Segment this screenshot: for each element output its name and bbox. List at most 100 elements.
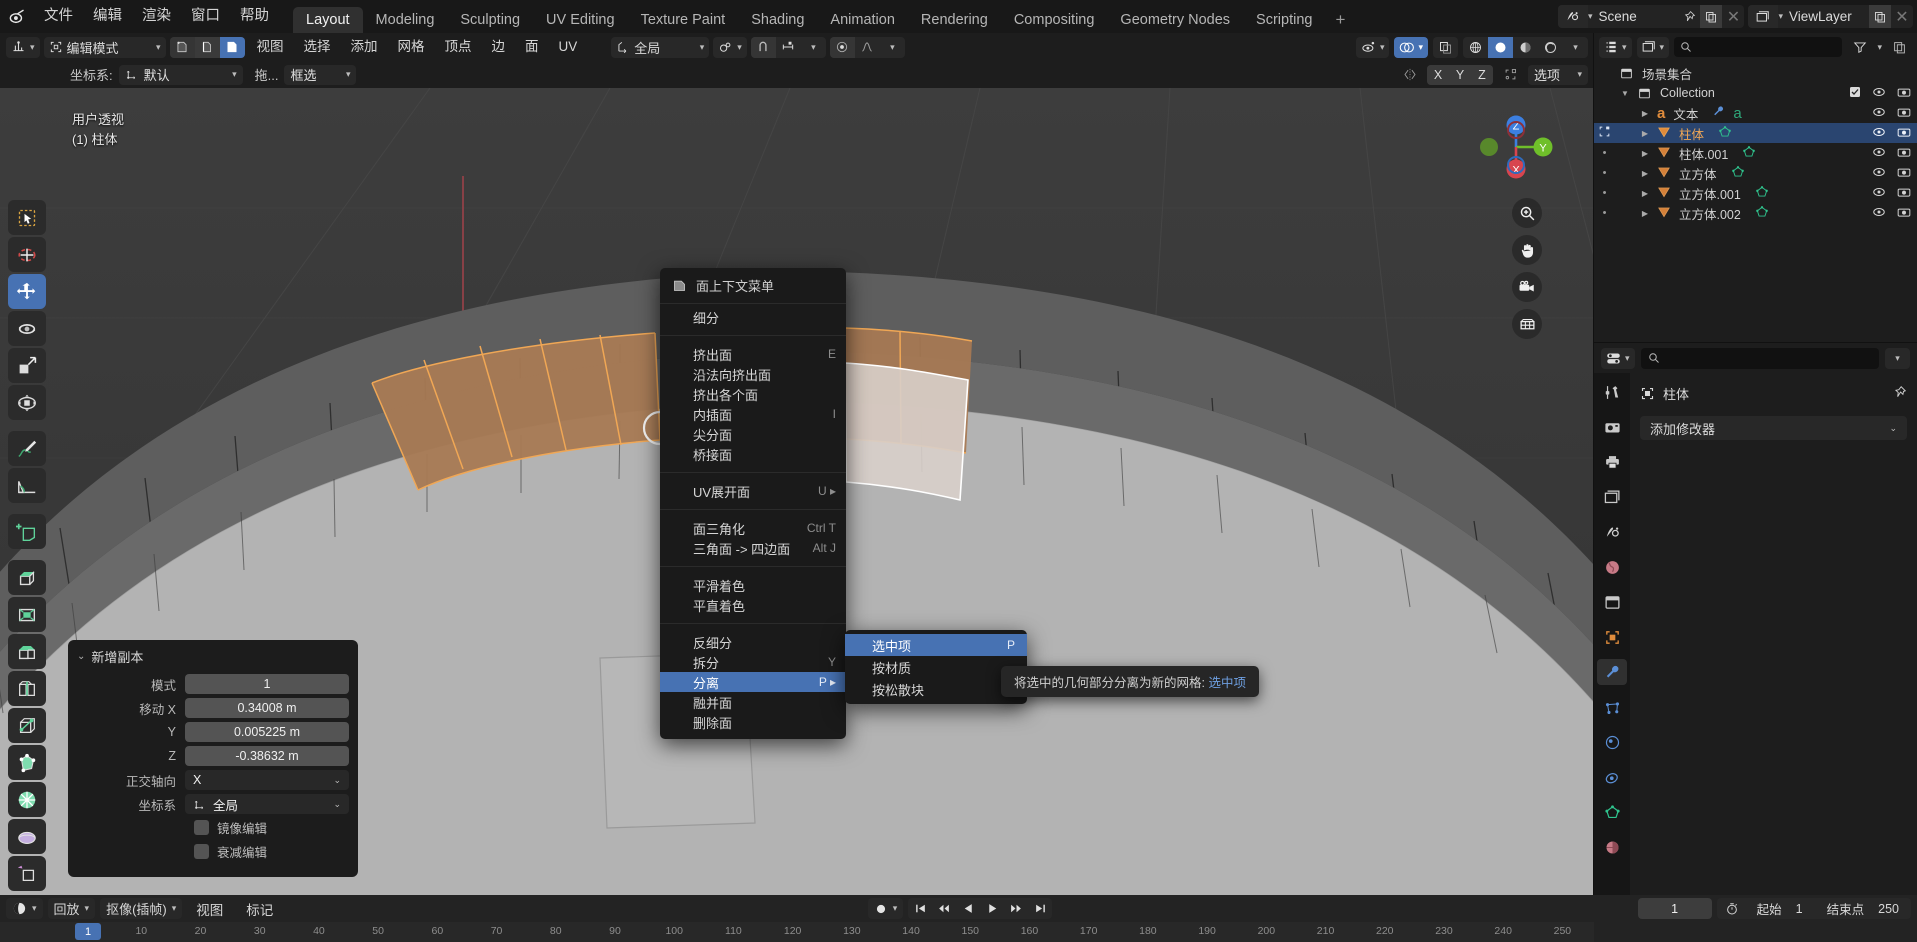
ctx-item-split[interactable]: 拆分 Y [660, 652, 846, 672]
mirror-checkbox[interactable] [194, 820, 209, 835]
timeline-editor[interactable]: ▾ 回放 ▾ 抠像(插帧) ▾ 视图 标记 ▾ 1 起始 1 结束点 250 1… [0, 895, 1917, 942]
toggle-ortho-icon[interactable] [1512, 309, 1542, 339]
blender-logo-icon[interactable] [0, 0, 34, 33]
tool-poly-build[interactable] [8, 745, 46, 780]
snap-target-icon[interactable] [776, 37, 801, 58]
tool-move[interactable] [8, 274, 46, 309]
tool-knife[interactable] [8, 708, 46, 743]
coordsys-dropdown[interactable]: 默认 ▾ [118, 64, 243, 85]
material-preview-button[interactable] [1513, 37, 1538, 58]
end-frame-field[interactable]: 结束点 250 [1815, 899, 1911, 918]
tab-scene[interactable] [1597, 519, 1627, 545]
eye-icon[interactable] [1872, 206, 1886, 221]
pivot-point-selector[interactable]: ▾ [713, 36, 747, 58]
mirror-axis-y[interactable]: Y [1449, 64, 1471, 85]
jump-to-end-button[interactable] [1028, 898, 1052, 919]
collapse-chevron-icon[interactable]: ⌄ [77, 651, 85, 662]
edge-select-mode-button[interactable] [194, 36, 220, 58]
operator-redo-panel[interactable]: ⌄ 新增副本 模式 1 移动 X 0.34008 m Y 0.005225 m … [68, 640, 358, 877]
mirror-icon[interactable] [1397, 64, 1422, 85]
tool-shear[interactable] [8, 856, 46, 891]
menu-help[interactable]: 帮助 [230, 0, 279, 33]
ctx-item-un-subdivide[interactable]: 反细分 [660, 632, 846, 652]
next-keyframe-button[interactable] [1004, 898, 1028, 919]
mirror-axis-z[interactable]: Z [1471, 64, 1493, 85]
drag-dropdown[interactable]: 框选 ▾ [284, 64, 357, 85]
menu-file[interactable]: 文件 [34, 0, 83, 33]
magnet-icon[interactable] [750, 36, 776, 58]
new-viewlayer-icon[interactable] [1869, 5, 1891, 28]
outliner-editor[interactable]: ▾ ▾ ▾ 场景集合 ▼ Collection ▶ a 文本 a ▶ 柱体 • … [1594, 33, 1917, 343]
operator-value-move-y[interactable]: 0.005225 m [185, 722, 349, 742]
outliner-editor-type[interactable]: ▾ [1599, 36, 1632, 58]
filter-chevron-icon[interactable]: ▾ [1877, 42, 1882, 53]
outliner-row-text[interactable]: ▶ a 文本 a [1594, 103, 1917, 123]
scene-selector[interactable]: ▾ Scene ✕ [1557, 5, 1745, 28]
proportional-edit-icon[interactable] [829, 36, 855, 58]
tool-scale[interactable] [8, 348, 46, 383]
outliner-new-collection-icon[interactable] [1887, 37, 1912, 58]
tab-rendering[interactable]: Rendering [908, 7, 1001, 33]
current-frame-field[interactable]: 1 [1637, 898, 1712, 919]
falloff-curve-icon[interactable] [855, 37, 880, 58]
properties-editor-type[interactable]: ▾ [1601, 347, 1635, 369]
face-context-menu[interactable]: 面上下文菜单 细分 挤出面 E 沿法向挤出面 挤出各个面 内插面 I 尖分面 桥… [660, 268, 846, 739]
auto-merge-icon[interactable] [1498, 64, 1523, 85]
tool-add-cube[interactable] [8, 514, 46, 549]
ctx-item-separate[interactable]: 分离 P ▸ [660, 672, 846, 692]
timeline-ruler[interactable]: 10 20 30 40 50 60 70 80 90 100 110 120 130 140 150 160 1… [0, 922, 1594, 942]
tab-scripting[interactable]: Scripting [1243, 7, 1325, 33]
tool-measure[interactable] [8, 468, 46, 503]
tool-extrude[interactable] [8, 560, 46, 595]
tab-constraints[interactable] [1597, 764, 1627, 790]
eye-icon[interactable] [1872, 146, 1886, 161]
mirror-axis-x[interactable]: X [1427, 64, 1449, 85]
overlays-toggle[interactable]: ▾ [1394, 36, 1428, 58]
outliner-display-mode[interactable]: ▾ [1636, 36, 1670, 58]
shading-chevron-icon[interactable]: ▾ [1563, 37, 1588, 58]
separate-submenu[interactable]: 选中项 P 按材质 按松散块 [845, 630, 1027, 704]
tab-add-workspace[interactable]: + [1325, 7, 1355, 33]
tool-spin[interactable] [8, 782, 46, 817]
operator-value-move-x[interactable]: 0.34008 m [185, 698, 349, 718]
viewport-menu-uv[interactable]: UV [551, 33, 586, 61]
expand-icon[interactable]: ▶ [1638, 149, 1652, 158]
camera-icon[interactable] [1897, 106, 1911, 121]
vertex-select-mode-button[interactable] [169, 36, 195, 58]
use-preview-range-icon[interactable] [1717, 902, 1745, 916]
operator-value-orient-axis[interactable]: X ⌄ [185, 770, 349, 790]
camera-icon[interactable] [1897, 126, 1911, 141]
camera-icon[interactable] [1897, 186, 1911, 201]
timeline-marker-menu[interactable]: 标记 [237, 899, 282, 919]
expand-icon[interactable]: ▶ [1638, 109, 1652, 118]
properties-search-input[interactable] [1640, 347, 1879, 369]
rendered-shading-button[interactable] [1538, 37, 1563, 58]
viewport-menu-select[interactable]: 选择 [296, 33, 339, 61]
tab-object-data[interactable] [1597, 799, 1627, 825]
ctx-item-extrude-faces[interactable]: 挤出面 E [660, 344, 846, 364]
expand-icon[interactable]: ▶ [1638, 129, 1652, 138]
tool-loopcut[interactable] [8, 671, 46, 706]
ctx-item-tris-to-quads[interactable]: 三角面 -> 四边面 Alt J [660, 538, 846, 558]
operator-value-mode[interactable]: 1 [185, 674, 349, 694]
tab-shading[interactable]: Shading [738, 7, 817, 33]
solid-shading-button[interactable] [1488, 36, 1513, 58]
viewport-menu-edge[interactable]: 边 [484, 33, 514, 61]
timeline-view-menu[interactable]: 视图 [187, 899, 232, 919]
properties-editor[interactable]: ▾ ▾ 柱体 添加修改器 ⌄ [1594, 343, 1917, 895]
ctx-item-bridge-faces[interactable]: 桥接面 [660, 444, 846, 464]
camera-icon[interactable] [1897, 206, 1911, 221]
tool-smooth[interactable] [8, 819, 46, 854]
editor-divider-horizontal[interactable] [1594, 342, 1917, 343]
ctx-item-uv-unwrap-faces[interactable]: UV展开面 U ▸ [660, 481, 846, 501]
tab-compositing[interactable]: Compositing [1001, 7, 1108, 33]
xray-toggle[interactable] [1433, 36, 1458, 58]
tab-uv-editing[interactable]: UV Editing [533, 7, 628, 33]
tab-viewlayer[interactable] [1597, 484, 1627, 510]
tab-layout[interactable]: Layout [293, 7, 363, 33]
tab-animation[interactable]: Animation [817, 7, 907, 33]
tool-bevel[interactable] [8, 634, 46, 669]
auto-keying-toggle[interactable]: ▾ [867, 898, 904, 919]
visibility-toggle[interactable]: ▾ [1355, 36, 1390, 58]
face-select-mode-button[interactable] [219, 36, 245, 58]
